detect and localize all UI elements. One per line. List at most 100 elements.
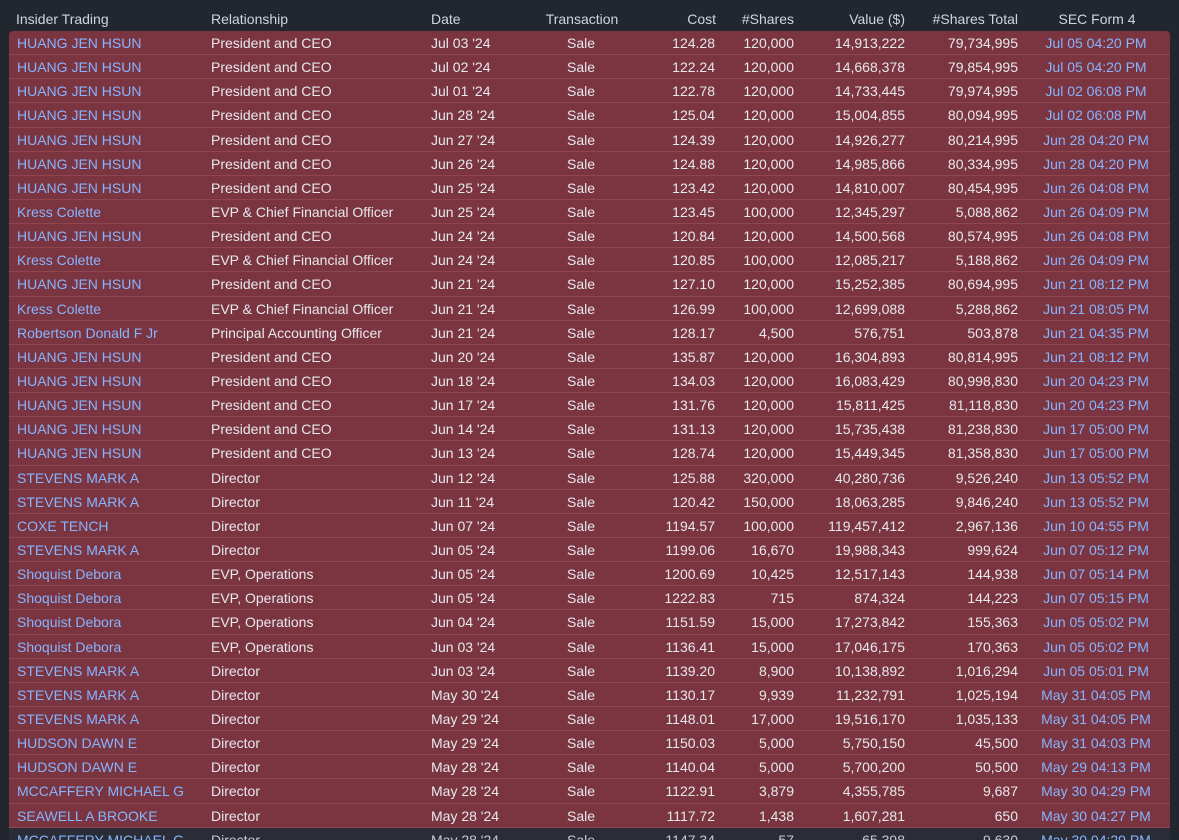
insider-link[interactable]: HUANG JEN HSUN [17, 349, 141, 365]
insider-link[interactable]: HUANG JEN HSUN [17, 228, 141, 244]
insider-link[interactable]: Kress Colette [17, 204, 101, 220]
table-row[interactable]: Kress Colette EVP & Chief Financial Offic… [9, 200, 1170, 225]
sec-form-link[interactable]: May 30 04:29 PM [1031, 783, 1161, 799]
sec-form-link[interactable]: Jun 17 05:00 PM [1031, 445, 1161, 461]
table-row[interactable]: HUDSON DAWN E Director May 29 '24 Sale 1150.… [9, 731, 1170, 756]
insider-link[interactable]: STEVENS MARK A [17, 470, 139, 486]
table-row[interactable]: HUANG JEN HSUN President and CEO Jul 02 '2… [9, 55, 1170, 80]
table-row[interactable]: HUDSON DAWN E Director May 28 '24 Sale 1140.… [9, 755, 1170, 780]
table-row[interactable]: Shoquist Debora EVP, Operations Jun 03 '24… [9, 635, 1170, 659]
insider-link[interactable]: STEVENS MARK A [17, 687, 139, 703]
table-row[interactable]: Shoquist Debora EVP, Operations Jun 05 '24… [9, 586, 1170, 611]
sec-form-link[interactable]: Jun 05 05:02 PM [1031, 614, 1161, 630]
header-cost[interactable]: Cost [640, 10, 716, 28]
sec-form-link[interactable]: Jun 07 05:15 PM [1031, 590, 1161, 606]
header-shares[interactable]: #Shares [714, 10, 794, 28]
insider-link[interactable]: HUANG JEN HSUN [17, 276, 141, 292]
sec-form-link[interactable]: Jun 26 04:09 PM [1031, 252, 1161, 268]
sec-form-link[interactable]: Jun 20 04:23 PM [1031, 373, 1161, 389]
table-row[interactable]: HUANG JEN HSUN President and CEO Jun 20 '2… [9, 345, 1170, 369]
sec-form-link[interactable]: May 30 04:27 PM [1031, 808, 1161, 824]
insider-link[interactable]: HUANG JEN HSUN [17, 35, 141, 51]
sec-form-link[interactable]: May 29 04:13 PM [1031, 759, 1161, 775]
table-row[interactable]: Shoquist Debora EVP, Operations Jun 04 '24… [9, 610, 1170, 635]
table-row[interactable]: HUANG JEN HSUN President and CEO Jun 28 '2… [9, 103, 1170, 128]
sec-form-link[interactable]: May 31 04:05 PM [1031, 687, 1161, 703]
insider-link[interactable]: HUDSON DAWN E [17, 759, 137, 775]
sec-form-link[interactable]: Jul 02 06:08 PM [1031, 83, 1161, 99]
insider-link[interactable]: Shoquist Debora [17, 566, 121, 582]
table-row[interactable]: HUANG JEN HSUN President and CEO Jun 13 '2… [9, 441, 1170, 466]
insider-link[interactable]: Kress Colette [17, 301, 101, 317]
table-row[interactable]: Robertson Donald F Jr Principal Accountin… [9, 321, 1170, 345]
insider-link[interactable]: HUANG JEN HSUN [17, 59, 141, 75]
table-row[interactable]: HUANG JEN HSUN President and CEO Jun 26 '2… [9, 152, 1170, 176]
table-row[interactable]: HUANG JEN HSUN President and CEO Jun 25 '2… [9, 176, 1170, 200]
sec-form-link[interactable]: May 31 04:03 PM [1031, 735, 1161, 751]
table-row[interactable]: HUANG JEN HSUN President and CEO Jun 21 '2… [9, 272, 1170, 297]
insider-link[interactable]: COXE TENCH [17, 518, 109, 534]
table-row[interactable]: Kress Colette EVP & Chief Financial Offic… [9, 248, 1170, 273]
table-row[interactable]: STEVENS MARK A Director Jun 11 '24 Sale 120.… [9, 490, 1170, 514]
sec-form-link[interactable]: Jun 21 08:12 PM [1031, 349, 1161, 365]
sec-form-link[interactable]: Jun 26 04:08 PM [1031, 228, 1161, 244]
table-row[interactable]: MCCAFFERY MICHAEL G Director May 28 '24 Sal… [9, 779, 1170, 804]
insider-link[interactable]: STEVENS MARK A [17, 711, 139, 727]
sec-form-link[interactable]: Jun 21 08:05 PM [1031, 301, 1161, 317]
insider-link[interactable]: Shoquist Debora [17, 639, 121, 655]
insider-link[interactable]: HUANG JEN HSUN [17, 156, 141, 172]
table-row[interactable]: HUANG JEN HSUN President and CEO Jun 24 '2… [9, 224, 1170, 249]
table-row[interactable]: STEVENS MARK A Director May 29 '24 Sale 1148… [9, 707, 1170, 732]
table-row[interactable]: HUANG JEN HSUN President and CEO Jul 01 '2… [9, 79, 1170, 104]
sec-form-link[interactable]: Jun 13 05:52 PM [1031, 470, 1161, 486]
insider-link[interactable]: HUANG JEN HSUN [17, 180, 141, 196]
sec-form-link[interactable]: Jul 05 04:20 PM [1031, 35, 1161, 51]
insider-link[interactable]: HUDSON DAWN E [17, 735, 137, 751]
table-row[interactable]: HUANG JEN HSUN President and CEO Jun 14 '2… [9, 417, 1170, 442]
header-transaction[interactable]: Transaction [533, 10, 631, 28]
sec-form-link[interactable]: Jun 21 08:12 PM [1031, 276, 1161, 292]
table-row[interactable]: HUANG JEN HSUN President and CEO Jun 27 '2… [9, 128, 1170, 152]
table-row[interactable]: STEVENS MARK A Director Jun 12 '24 Sale 125.… [9, 466, 1170, 490]
sec-form-link[interactable]: Jul 05 04:20 PM [1031, 59, 1161, 75]
table-row[interactable]: COXE TENCH Director Jun 07 '24 Sale 1194.57 1… [9, 514, 1170, 538]
insider-link[interactable]: HUANG JEN HSUN [17, 421, 141, 437]
table-row[interactable]: SEAWELL A BROOKE Director May 28 '24 Sale 11… [9, 804, 1170, 828]
sec-form-link[interactable]: Jun 26 04:09 PM [1031, 204, 1161, 220]
sec-form-link[interactable]: Jun 07 05:14 PM [1031, 566, 1161, 582]
sec-form-link[interactable]: Jun 28 04:20 PM [1031, 156, 1161, 172]
insider-link[interactable]: MCCAFFERY MICHAEL G [17, 783, 184, 799]
insider-link[interactable]: Shoquist Debora [17, 614, 121, 630]
insider-link[interactable]: SEAWELL A BROOKE [17, 808, 158, 824]
sec-form-link[interactable]: Jun 20 04:23 PM [1031, 397, 1161, 413]
table-row[interactable]: HUANG JEN HSUN President and CEO Jul 03 '2… [9, 31, 1170, 56]
insider-link[interactable]: HUANG JEN HSUN [17, 107, 141, 123]
sec-form-link[interactable]: May 30 04:29 PM [1031, 832, 1161, 840]
insider-link[interactable]: MCCAFFERY MICHAEL G [17, 832, 184, 840]
table-row[interactable]: HUANG JEN HSUN President and CEO Jun 17 '2… [9, 393, 1170, 418]
table-row[interactable]: Kress Colette EVP & Chief Financial Offic… [9, 297, 1170, 321]
sec-form-link[interactable]: Jun 05 05:01 PM [1031, 663, 1161, 679]
sec-form-link[interactable]: Jun 10 04:55 PM [1031, 518, 1161, 534]
insider-link[interactable]: Shoquist Debora [17, 590, 121, 606]
sec-form-link[interactable]: Jun 21 04:35 PM [1031, 325, 1161, 341]
insider-link[interactable]: Kress Colette [17, 252, 101, 268]
insider-link[interactable]: HUANG JEN HSUN [17, 132, 141, 148]
insider-link[interactable]: HUANG JEN HSUN [17, 83, 141, 99]
sec-form-link[interactable]: Jul 02 06:08 PM [1031, 107, 1161, 123]
header-insider[interactable]: Insider Trading [16, 10, 109, 28]
table-row[interactable]: STEVENS MARK A Director Jun 05 '24 Sale 1199… [9, 538, 1170, 563]
insider-link[interactable]: STEVENS MARK A [17, 663, 139, 679]
insider-link[interactable]: STEVENS MARK A [17, 542, 139, 558]
header-shares-total[interactable]: #Shares Total [908, 10, 1018, 28]
header-sec-form[interactable]: SEC Form 4 [1032, 10, 1162, 28]
header-value[interactable]: Value ($) [799, 10, 905, 28]
table-row[interactable]: MCCAFFERY MICHAEL G Director May 28 '24 Sal… [9, 827, 1170, 840]
insider-link[interactable]: HUANG JEN HSUN [17, 373, 141, 389]
sec-form-link[interactable]: Jun 26 04:08 PM [1031, 180, 1161, 196]
insider-link[interactable]: HUANG JEN HSUN [17, 397, 141, 413]
sec-form-link[interactable]: Jun 17 05:00 PM [1031, 421, 1161, 437]
table-row[interactable]: STEVENS MARK A Director Jun 03 '24 Sale 1139… [9, 659, 1170, 683]
header-relationship[interactable]: Relationship [211, 10, 288, 28]
sec-form-link[interactable]: Jun 28 04:20 PM [1031, 132, 1161, 148]
